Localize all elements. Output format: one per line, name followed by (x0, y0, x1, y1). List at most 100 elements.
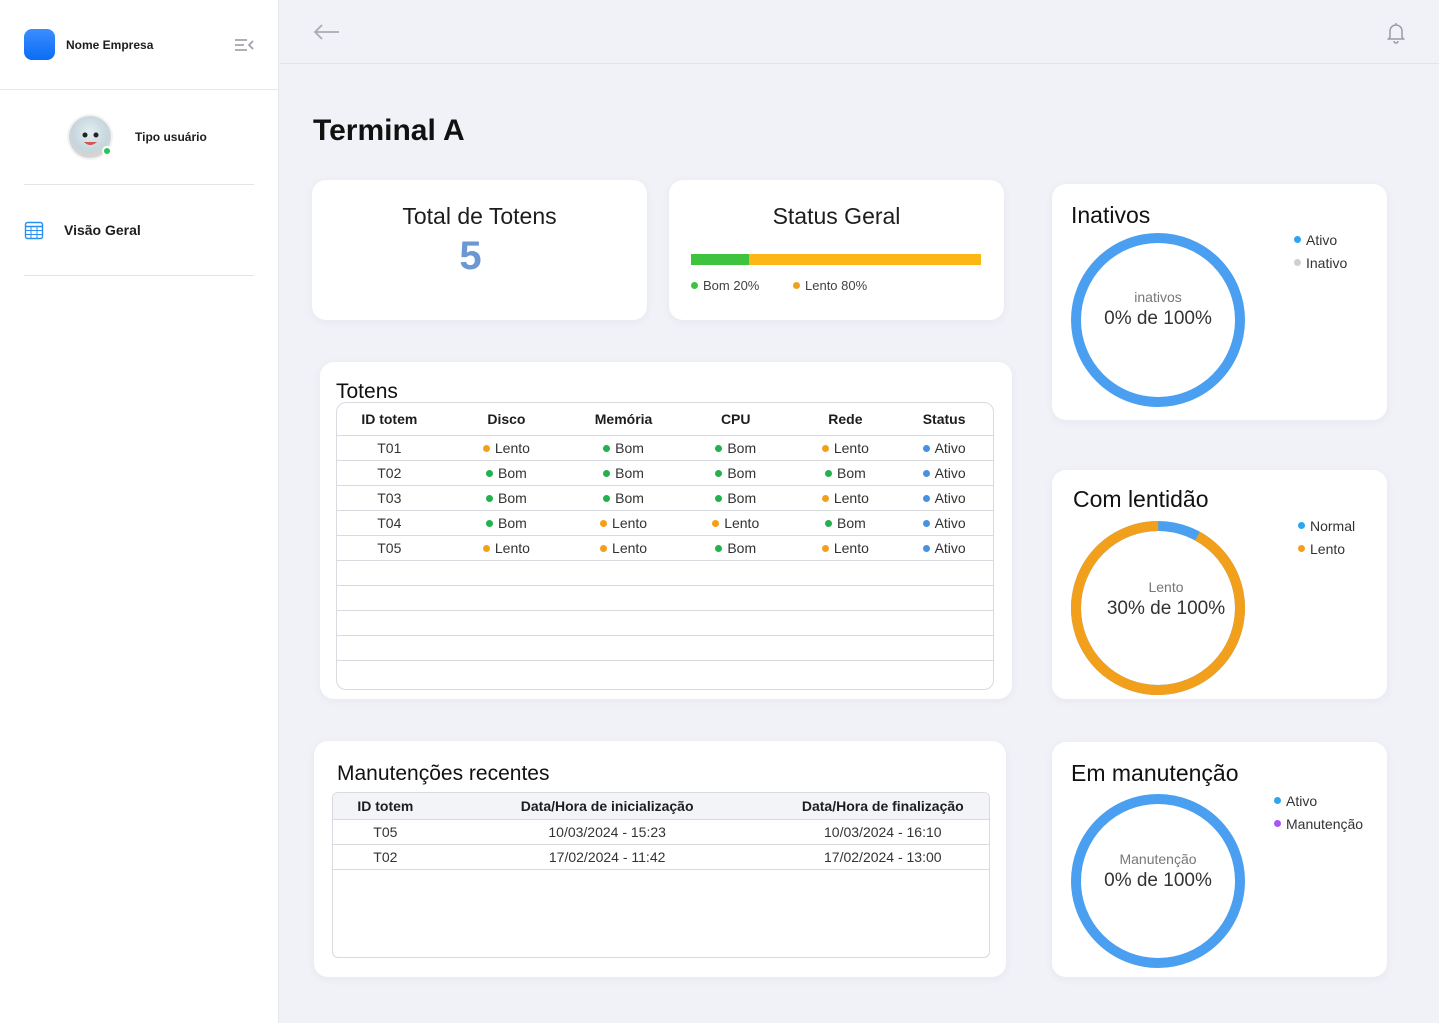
table-row[interactable]: T02 17/02/2024 - 11:42 17/02/2024 - 13:00 (333, 843, 989, 869)
status-cell: Lento (821, 440, 869, 456)
table-row[interactable] (337, 634, 993, 660)
table-row[interactable] (337, 609, 993, 635)
table-cell (571, 609, 676, 635)
status-text: Bom (498, 515, 527, 532)
status-dot-icon (824, 469, 832, 477)
table-row[interactable]: T02 Bom Bom Bom Bom Ativo (337, 459, 993, 485)
status-cell: Bom (603, 465, 644, 481)
status-cell: Lento (482, 440, 530, 456)
empty-row (333, 868, 989, 957)
status-text: Ativo (934, 490, 966, 507)
status-dot-icon (821, 544, 829, 552)
table-row[interactable]: T04 Bom Lento Lento Bom Ativo (337, 509, 993, 535)
avatar[interactable] (67, 114, 113, 160)
column-header: ID totem (361, 410, 418, 427)
status-text: Bom (615, 490, 644, 507)
status-cell: Bom (715, 490, 756, 506)
table-cell: T05 (333, 818, 438, 844)
lentidao-title: Com lentidão (1073, 486, 1209, 512)
table-row[interactable]: T03 Bom Bom Bom Lento Ativo (337, 484, 993, 510)
table-cell: T05 (337, 534, 442, 560)
nav-item-visao-geral[interactable]: Visão Geral (24, 185, 254, 276)
legend-item: Lento (1298, 537, 1355, 560)
lentidao-legend: Normal Lento (1298, 514, 1355, 560)
status-dot-icon (922, 494, 930, 502)
status-text: Bom (727, 465, 757, 482)
status-text: Lento (724, 515, 760, 532)
status-geral-title: Status Geral (772, 203, 901, 229)
user-profile[interactable]: Tipo usuário (24, 90, 254, 185)
legend-item: Inativo (1294, 251, 1347, 274)
collapse-menu-icon[interactable] (234, 36, 254, 54)
status-dot-icon (824, 519, 832, 527)
table-cell: Bom (571, 484, 676, 510)
status-text: Lento (494, 540, 530, 557)
totens-title: Totens (336, 380, 398, 403)
table-cell: T02 (333, 843, 438, 869)
table-cell: T04 (337, 509, 442, 535)
status-cell: Lento (600, 540, 647, 556)
back-arrow-icon[interactable] (313, 22, 341, 42)
company-logo[interactable] (24, 29, 55, 60)
table-row[interactable]: T05 Lento Lento Bom Lento Ativo (337, 534, 993, 560)
table-cell (895, 609, 993, 635)
total-totens-card: Total de Totens 5 (312, 180, 647, 320)
legend-slow: Lento 80% (793, 278, 867, 293)
column-header: Data/Hora de inicialização (520, 797, 694, 814)
table-row[interactable] (337, 659, 993, 685)
bell-icon[interactable] (1386, 22, 1406, 44)
table-cell (675, 584, 796, 610)
legend-dot-icon (1298, 545, 1305, 552)
table-cell: Ativo (895, 434, 993, 460)
table-cell (571, 559, 676, 585)
status-bar-slow-segment (749, 254, 981, 265)
table-cell (895, 634, 993, 660)
status-text: Ativo (934, 440, 966, 457)
manutencao-center: Manutenção 0% de 100% (1071, 851, 1245, 892)
status-cell: Ativo (922, 490, 966, 507)
table-row[interactable]: T01 Lento Bom Bom Lento Ativo (337, 434, 993, 460)
legend-label: Lento (1310, 540, 1346, 557)
status-dot-icon (486, 519, 494, 527)
table-row[interactable] (337, 584, 993, 610)
column-header: Data/Hora de finalização (801, 797, 964, 814)
column-header: Status (922, 410, 966, 427)
table-cell (795, 634, 896, 660)
table-cell (571, 584, 676, 610)
legend-dot-icon (1294, 259, 1301, 266)
table-cell: Lento (795, 534, 896, 560)
page-title: Terminal A (313, 114, 465, 147)
table-cell (895, 559, 993, 585)
table-row[interactable] (337, 559, 993, 585)
status-cell: Ativo (922, 465, 966, 481)
table-cell: T02 (337, 459, 442, 485)
table-cell: Bom (795, 509, 896, 535)
status-dot-icon (603, 494, 611, 502)
status-dot-icon (715, 444, 723, 452)
table-cell (337, 659, 442, 685)
status-text: Bom (615, 440, 644, 457)
table-row[interactable]: T05 10/03/2024 - 15:23 10/03/2024 - 16:10 (333, 818, 989, 844)
status-dot-icon (603, 469, 611, 477)
table-cell: T03 (337, 484, 442, 510)
status-cell: Bom (603, 440, 644, 456)
table-cell: Ativo (895, 509, 993, 535)
status-cell: Lento (821, 540, 869, 556)
status-dot-icon (482, 444, 490, 452)
status-text: Ativo (934, 515, 966, 532)
status-dot-icon (715, 494, 723, 502)
column-header: CPU (720, 410, 751, 427)
table-cell: Bom (675, 459, 796, 485)
legend-label: Normal (1310, 517, 1356, 534)
legend-label: Ativo (1286, 792, 1318, 809)
table-cell: T01 (337, 434, 442, 460)
status-cell: Lento (482, 540, 530, 557)
lentidao-card: Com lentidão Lento 30% de 100% Normal Le… (1052, 470, 1387, 699)
manutencao-legend: Ativo Manutenção (1274, 789, 1363, 835)
table-cell (795, 659, 896, 685)
status-text: Bom (498, 465, 527, 482)
table-cell (571, 634, 676, 660)
table-cell (895, 659, 993, 685)
status-cell: Lento (600, 515, 647, 531)
status-cell: Bom (486, 490, 527, 506)
